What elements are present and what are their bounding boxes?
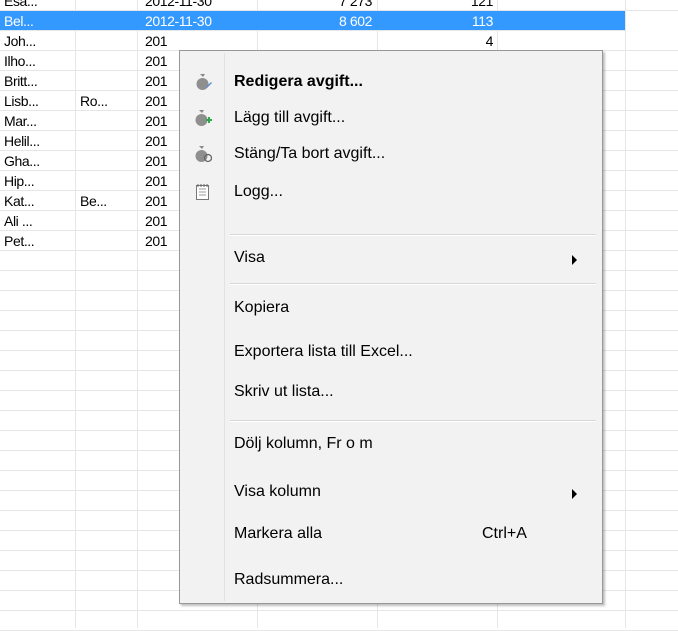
- table-cell: Esa...: [4, 0, 38, 9]
- menu-separator: [230, 420, 596, 422]
- table-cell: 2012-11-30: [145, 13, 212, 29]
- menu-item-add-fee[interactable]: Lägg till avgift...: [182, 101, 600, 135]
- menu-item-edit-fee[interactable]: Redigera avgift...: [182, 65, 600, 99]
- menu-separator: [230, 283, 596, 285]
- table-cell: 113: [471, 13, 493, 29]
- menu-item-label: Logg...: [234, 183, 283, 200]
- table-cell: [80, 111, 134, 131]
- submenu-arrow-icon: [572, 489, 577, 499]
- menu-item-label: Exportera lista till Excel...: [234, 343, 413, 360]
- menu-separator: [230, 234, 596, 236]
- table-cell: [80, 31, 134, 51]
- menu-item-show-column[interactable]: Visa kolumn: [182, 475, 600, 509]
- menu-item-label: Dölj kolumn, Fr o m: [234, 435, 373, 452]
- table-cell: [80, 231, 134, 251]
- table-cell: Ro...: [80, 93, 108, 109]
- menu-item-print-list[interactable]: Skriv ut lista...: [182, 375, 600, 409]
- money-bag-edit-icon: [194, 73, 212, 91]
- menu-item-label: Radsummera...: [234, 571, 344, 588]
- table-cell: [80, 211, 134, 231]
- menu-item-hide-column[interactable]: Dölj kolumn, Fr o m: [182, 427, 600, 461]
- table-cell: Pet...: [4, 233, 35, 249]
- table-cell: Bel...: [4, 13, 34, 29]
- table-cell: [80, 131, 134, 151]
- table-cell: [80, 0, 134, 11]
- menu-item-label: Redigera avgift...: [234, 73, 363, 90]
- table-cell: Be...: [80, 193, 107, 209]
- money-bag-close-icon: [194, 145, 213, 163]
- table-cell: Gha...: [4, 153, 40, 169]
- menu-item-close-fee[interactable]: Stäng/Ta bort avgift...: [182, 137, 600, 171]
- table-cell: 201: [145, 33, 168, 49]
- table-cell: [80, 151, 134, 171]
- table-cell: Hip...: [4, 173, 35, 189]
- table-cell: [80, 11, 134, 31]
- table-cell: [80, 51, 134, 71]
- menu-item-select-all[interactable]: Markera alla Ctrl+A: [182, 517, 600, 551]
- menu-item-label: Stäng/Ta bort avgift...: [234, 145, 386, 162]
- table-cell: 4: [485, 33, 493, 49]
- menu-item-log[interactable]: Logg...: [182, 175, 600, 209]
- table-cell: [260, 31, 372, 51]
- notepad-icon: [194, 183, 212, 201]
- menu-item-label: Kopiera: [234, 299, 290, 316]
- table-cell: Ali ...: [4, 213, 33, 229]
- money-bag-add-icon: [194, 109, 212, 127]
- table-cell: Ilho...: [4, 53, 36, 69]
- table-cell: [80, 71, 134, 91]
- table-cell: 7 273: [338, 0, 372, 9]
- table-row[interactable]: Joh... 201 4: [0, 31, 678, 51]
- table-cell: 2012-11-30: [145, 0, 212, 9]
- table-cell: Britt...: [4, 73, 38, 89]
- table-cell: [80, 171, 134, 191]
- table-row-empty[interactable]: [0, 611, 678, 631]
- menu-item-show[interactable]: Visa: [182, 241, 600, 275]
- table-cell: 121: [470, 0, 493, 9]
- menu-item-label: Markera alla: [234, 525, 323, 542]
- table-cell: 8 602: [338, 13, 372, 29]
- table-row[interactable]: Bel... 2012-11-30 8 602 113: [0, 11, 625, 31]
- menu-item-label: Skriv ut lista...: [234, 383, 334, 400]
- table-cell: Joh...: [4, 33, 36, 49]
- table-row[interactable]: Esa... 2012-11-30 7 273 121: [0, 0, 678, 11]
- menu-item-shortcut: Ctrl+A: [482, 525, 527, 542]
- menu-item-copy[interactable]: Kopiera: [182, 291, 600, 325]
- table-cell: Helil...: [4, 133, 40, 149]
- table-cell: Lisb...: [4, 93, 39, 109]
- menu-item-label: Visa kolumn: [234, 483, 321, 500]
- table-cell: Mar...: [4, 113, 37, 129]
- menu-item-row-sum[interactable]: Radsummera...: [182, 563, 600, 597]
- menu-item-label: Lägg till avgift...: [234, 109, 346, 126]
- table-cell: Kat...: [4, 193, 35, 209]
- submenu-arrow-icon: [572, 255, 577, 265]
- context-menu: Redigera avgift... Lägg till avgift... S…: [179, 50, 603, 604]
- menu-item-export-excel[interactable]: Exportera lista till Excel...: [182, 335, 600, 369]
- menu-item-label: Visa: [234, 249, 265, 266]
